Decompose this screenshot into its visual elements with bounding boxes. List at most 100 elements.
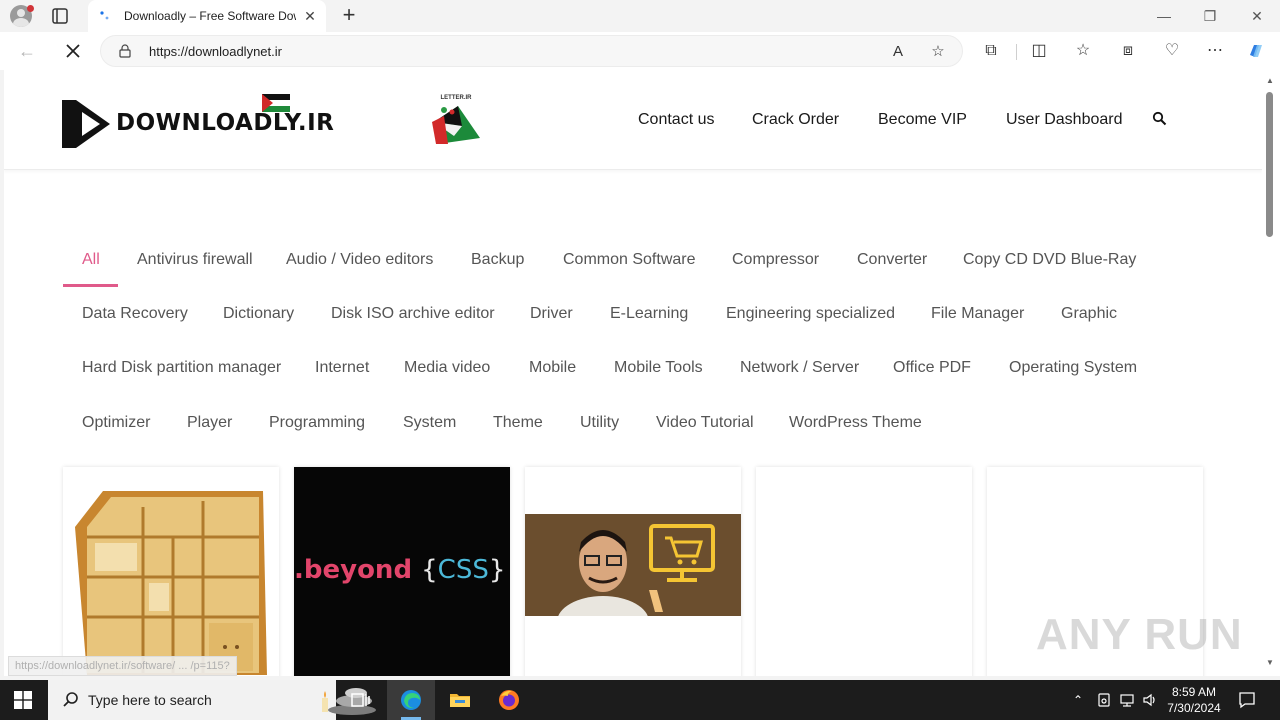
taskbar-search-placeholder: Type here to search [88, 692, 212, 708]
category-video-tutorial[interactable]: Video Tutorial [656, 414, 754, 432]
scroll-up-arrow-icon[interactable]: ▲ [1265, 76, 1275, 85]
taskbar-firefox-button[interactable] [485, 680, 533, 720]
play-logo-icon [62, 100, 110, 148]
more-menu-icon[interactable]: ⋯ [1205, 41, 1225, 61]
category-compressor[interactable]: Compressor [732, 251, 819, 269]
beyond-css-close-brace: } [488, 555, 506, 585]
taskbar-clock[interactable]: 8:59 AM 7/30/2024 [1162, 684, 1226, 716]
category-programming[interactable]: Programming [269, 414, 365, 432]
browser-essentials-icon[interactable]: ♡ [1162, 41, 1182, 61]
taskbar-edge-button[interactable] [387, 680, 435, 720]
nav-become-vip[interactable]: Become VIP [878, 111, 967, 129]
active-tab[interactable]: Downloadly – Free Software Dow ✕ [88, 0, 326, 32]
category-operating-system[interactable]: Operating System [1009, 359, 1137, 377]
page-viewport: DOWNLOADLY.IR LETTER.IR Contact us Crack… [4, 70, 1262, 676]
post-card-beyond-css[interactable]: .beyond {CSS} [294, 467, 510, 676]
category-mobile[interactable]: Mobile [529, 359, 576, 377]
taskbar-explorer-button[interactable] [436, 680, 484, 720]
tray-overflow-chevron-icon[interactable]: ⌃ [1070, 692, 1086, 708]
favorite-star-icon[interactable]: ☆ [929, 43, 947, 61]
category-converter[interactable]: Converter [857, 251, 927, 269]
category-office-pdf[interactable]: Office PDF [893, 359, 971, 377]
read-aloud-icon[interactable]: A [889, 43, 907, 61]
category-e-learning[interactable]: E-Learning [610, 305, 688, 323]
category-network-server[interactable]: Network / Server [740, 359, 859, 377]
loading-favicon-icon [100, 11, 109, 20]
beyond-css-prefix: .beyond [294, 555, 413, 585]
browser-toolbar: ← https://downloadlynet.ir A ☆ ⧉ ◫ ☆ ⧈ ♡… [0, 32, 1280, 70]
task-view-icon [351, 693, 370, 707]
minimize-button[interactable]: — [1152, 6, 1176, 26]
category-all[interactable]: All [82, 251, 100, 269]
category-utility[interactable]: Utility [580, 414, 619, 432]
category-media-video[interactable]: Media video [404, 359, 490, 377]
restore-button[interactable]: ❐ [1198, 6, 1222, 26]
category-theme[interactable]: Theme [493, 414, 543, 432]
favorites-icon[interactable]: ☆ [1073, 41, 1093, 61]
nav-contact-us[interactable]: Contact us [638, 111, 714, 129]
taskbar-search-icon [63, 692, 78, 707]
url-text[interactable]: https://downloadlynet.ir [149, 44, 282, 59]
windows-start-icon[interactable] [14, 691, 32, 709]
category-wordpress-theme[interactable]: WordPress Theme [789, 414, 922, 432]
presenter-cart-illustration [558, 524, 715, 616]
tab-close-icon[interactable]: ✕ [302, 8, 318, 24]
collections-icon[interactable]: ⧈ [1118, 41, 1138, 61]
network-icon[interactable] [1119, 692, 1135, 708]
windows-taskbar: Type here to search ⌃ 8:59 AM 7/30/2024 [0, 680, 1280, 720]
category-graphic[interactable]: Graphic [1061, 305, 1117, 323]
tab-actions-icon[interactable] [50, 6, 70, 26]
stop-loading-icon[interactable] [62, 40, 84, 62]
category-disk-iso[interactable]: Disk ISO archive editor [331, 305, 495, 323]
category-backup[interactable]: Backup [471, 251, 524, 269]
taskbar-search-box[interactable]: Type here to search [48, 680, 376, 720]
ecommerce-thumbnail [525, 514, 741, 616]
nav-user-dashboard[interactable]: User Dashboard [1006, 111, 1123, 129]
search-icon[interactable] [1152, 111, 1168, 127]
category-engineering[interactable]: Engineering specialized [726, 305, 895, 323]
category-file-manager[interactable]: File Manager [931, 305, 1024, 323]
post-card-ecommerce[interactable] [525, 467, 741, 676]
close-window-button[interactable]: ✕ [1245, 6, 1269, 26]
category-common-software[interactable]: Common Software [563, 251, 696, 269]
category-internet[interactable]: Internet [315, 359, 369, 377]
category-antivirus-firewall[interactable]: Antivirus firewall [137, 251, 253, 269]
category-copy-cd-dvd[interactable]: Copy CD DVD Blue-Ray [963, 251, 1136, 269]
category-dictionary[interactable]: Dictionary [223, 305, 294, 323]
new-tab-button[interactable]: + [338, 4, 360, 26]
address-bar[interactable]: https://downloadlynet.ir A ☆ [100, 35, 963, 67]
scroll-down-arrow-icon[interactable]: ▼ [1265, 658, 1275, 667]
nav-crack-order[interactable]: Crack Order [752, 111, 839, 129]
category-system[interactable]: System [403, 414, 456, 432]
palestine-flag-icon [262, 94, 290, 112]
category-driver[interactable]: Driver [530, 305, 573, 323]
site-logo[interactable]: DOWNLOADLY.IR [62, 94, 334, 152]
category-hard-disk[interactable]: Hard Disk partition manager [82, 359, 281, 377]
category-audio-video-editors[interactable]: Audio / Video editors [286, 251, 433, 269]
scrollbar-thumb[interactable] [1266, 92, 1273, 237]
clock-date: 7/30/2024 [1167, 701, 1221, 715]
active-category-underline [63, 284, 118, 287]
profile-notification-dot [27, 5, 34, 12]
browser-tab-bar: Downloadly – Free Software Dow ✕ + — ❐ ✕ [0, 0, 1280, 32]
letter-badge[interactable]: LETTER.IR [428, 92, 484, 150]
task-view-button[interactable] [336, 680, 384, 720]
notification-center-icon[interactable] [1238, 691, 1256, 709]
lock-icon[interactable] [119, 44, 131, 58]
page-scrollbar[interactable]: ▲ ▼ [1262, 70, 1280, 676]
category-optimizer[interactable]: Optimizer [82, 414, 150, 432]
back-arrow-icon[interactable]: ← [16, 40, 38, 62]
post-card-placeholder-1[interactable] [756, 467, 972, 676]
category-player[interactable]: Player [187, 414, 232, 432]
category-data-recovery[interactable]: Data Recovery [82, 305, 188, 323]
extensions-icon[interactable]: ⧉ [981, 41, 1001, 61]
toolbar-separator [1016, 44, 1017, 60]
edge-icon [401, 690, 421, 710]
volume-icon[interactable] [1142, 692, 1158, 708]
post-card-furniture[interactable] [63, 467, 279, 676]
split-screen-icon[interactable]: ◫ [1029, 41, 1049, 61]
category-mobile-tools[interactable]: Mobile Tools [614, 359, 703, 377]
firefox-icon [499, 690, 519, 710]
copilot-icon[interactable] [1246, 41, 1266, 61]
tray-device-icon[interactable] [1096, 692, 1112, 708]
